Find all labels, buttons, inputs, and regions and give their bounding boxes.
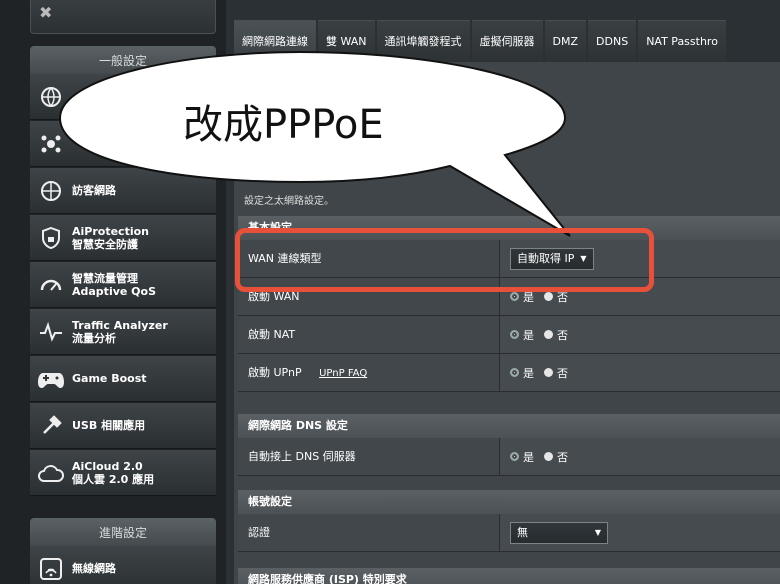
lock-icon [36, 223, 66, 253]
enable-nat-label: 啟動 NAT [238, 316, 500, 353]
radio-icon [544, 292, 553, 301]
network-map-icon [36, 129, 66, 159]
radio-selected-icon [510, 452, 519, 461]
sidebar-item-label: Traffic Analyzer [72, 318, 168, 332]
sidebar-item-sublabel: 流量分析 [72, 331, 116, 345]
sidebar: ✖ 一般設定 訪客網路 AiProtection 智慧安全防護 智慧流量管理 A… [0, 0, 226, 584]
radio-icon [544, 452, 553, 461]
sidebar-top-button[interactable]: ✖ [30, 0, 216, 34]
sidebar-section-advanced: 進階設定 [30, 518, 216, 546]
sidebar-item-label: Game Boost [72, 372, 147, 385]
section-header: 網路服務供應商 (ISP) 特別要求 [238, 568, 780, 584]
tab-ddns[interactable]: DDNS [588, 20, 637, 62]
auto-dns-label: 自動接上 DNS 伺服器 [238, 438, 500, 475]
sidebar-item-traffic-analyzer[interactable]: Traffic Analyzer 流量分析 [30, 309, 216, 355]
enable-upnp-label: 啟動 UPnP [248, 366, 302, 379]
section-header: 網際網路 DNS 設定 [238, 414, 780, 438]
radio-selected-icon [510, 292, 519, 301]
table-row: 自動接上 DNS 伺服器 是 否 [238, 438, 780, 476]
sidebar-item-label: 無線網路 [72, 562, 116, 575]
sidebar-item-label: USB 相關應用 [72, 419, 146, 432]
auto-dns-yes-radio[interactable]: 是 [510, 449, 534, 465]
radio-label: 是 [523, 328, 534, 342]
sidebar-item-sublabel: 個人雲 2.0 應用 [72, 472, 155, 486]
radio-label: 否 [557, 328, 568, 342]
table-row: 認證 無 ▼ [238, 514, 780, 552]
sidebar-item-game-boost[interactable]: Game Boost [30, 356, 216, 402]
tab-bar: 網際網路連線 雙 WAN 通訊埠觸發程式 虛擬伺服器 DMZ DDNS NAT … [234, 20, 780, 62]
radio-label: 否 [557, 366, 568, 380]
sidebar-item-aicloud[interactable]: AiCloud 2.0 個人雲 2.0 應用 [30, 450, 216, 496]
isp-settings-table: 網路服務供應商 (ISP) 特別要求 [238, 568, 780, 584]
enable-upnp-no-radio[interactable]: 否 [544, 365, 568, 381]
enable-nat-no-radio[interactable]: 否 [544, 327, 568, 343]
gamepad-icon [36, 364, 66, 394]
sidebar-item-label: 智慧流量管理 [72, 271, 138, 285]
cloud-icon [36, 458, 66, 488]
sidebar-item-guest-network[interactable]: 訪客網路 [30, 168, 216, 214]
wifi-icon [36, 554, 66, 584]
callout-text: 改成PPPoE [183, 102, 384, 148]
highlight-box [235, 228, 654, 292]
sidebar-item-label: AiProtection [72, 224, 149, 238]
radio-selected-icon [510, 368, 519, 377]
tools-icon: ✖ [39, 3, 53, 22]
sidebar-item-wireless[interactable]: 無線網路 [30, 546, 216, 584]
radio-label: 是 [523, 450, 534, 464]
upnp-faq-link[interactable]: UPnP FAQ [319, 368, 367, 379]
radio-label: 是 [523, 366, 534, 380]
tab-nat-passthrough[interactable]: NAT Passthro [638, 20, 726, 62]
section-header: 帳號設定 [238, 490, 780, 514]
auto-dns-no-radio[interactable]: 否 [544, 449, 568, 465]
table-row: 啟動 NAT 是 否 [238, 316, 780, 354]
auth-select[interactable]: 無 ▼ [510, 521, 608, 544]
tab-internet-connection[interactable]: 網際網路連線 [234, 20, 316, 62]
globe-icon [36, 82, 66, 112]
tab-dmz[interactable]: DMZ [544, 20, 587, 62]
auth-value: 無 [517, 525, 528, 539]
guest-network-icon [36, 176, 66, 206]
enable-upnp-yes-radio[interactable]: 是 [510, 365, 534, 381]
radio-icon [544, 368, 553, 377]
traffic-analyzer-icon [36, 317, 66, 347]
tab-virtual-server[interactable]: 虛擬伺服器 [471, 20, 543, 62]
enable-nat-yes-radio[interactable]: 是 [510, 327, 534, 343]
auth-label: 認證 [238, 514, 500, 551]
sidebar-item-sublabel: Adaptive QoS [72, 284, 157, 298]
gauge-icon [36, 270, 66, 300]
dns-settings-table: 網際網路 DNS 設定 自動接上 DNS 伺服器 是 否 [238, 414, 780, 476]
sidebar-section-general: 一般設定 [30, 46, 216, 74]
radio-selected-icon [510, 330, 519, 339]
enable-upnp-label-cell: 啟動 UPnP UPnP FAQ [238, 354, 500, 391]
page-description-2: 設定之太網路設定。 [244, 196, 334, 207]
table-row: 啟動 UPnP UPnP FAQ 是 否 [238, 354, 780, 392]
tab-dual-wan[interactable]: 雙 WAN [318, 20, 375, 62]
account-settings-table: 帳號設定 認證 無 ▼ [238, 490, 780, 552]
radio-icon [544, 330, 553, 339]
sidebar-item-label: AiCloud 2.0 [72, 459, 143, 473]
usb-icon [36, 411, 66, 441]
sidebar-item-aiprotection[interactable]: AiProtection 智慧安全防護 [30, 215, 216, 261]
chevron-down-icon: ▼ [594, 527, 601, 537]
sidebar-item-sublabel: 智慧安全防護 [72, 237, 138, 251]
radio-label: 否 [557, 450, 568, 464]
tab-port-trigger[interactable]: 通訊埠觸發程式 [376, 20, 470, 62]
sidebar-item-adaptive-qos[interactable]: 智慧流量管理 Adaptive QoS [30, 262, 216, 308]
sidebar-item-usb[interactable]: USB 相關應用 [30, 403, 216, 449]
sidebar-item-label: 訪客網路 [72, 184, 116, 197]
